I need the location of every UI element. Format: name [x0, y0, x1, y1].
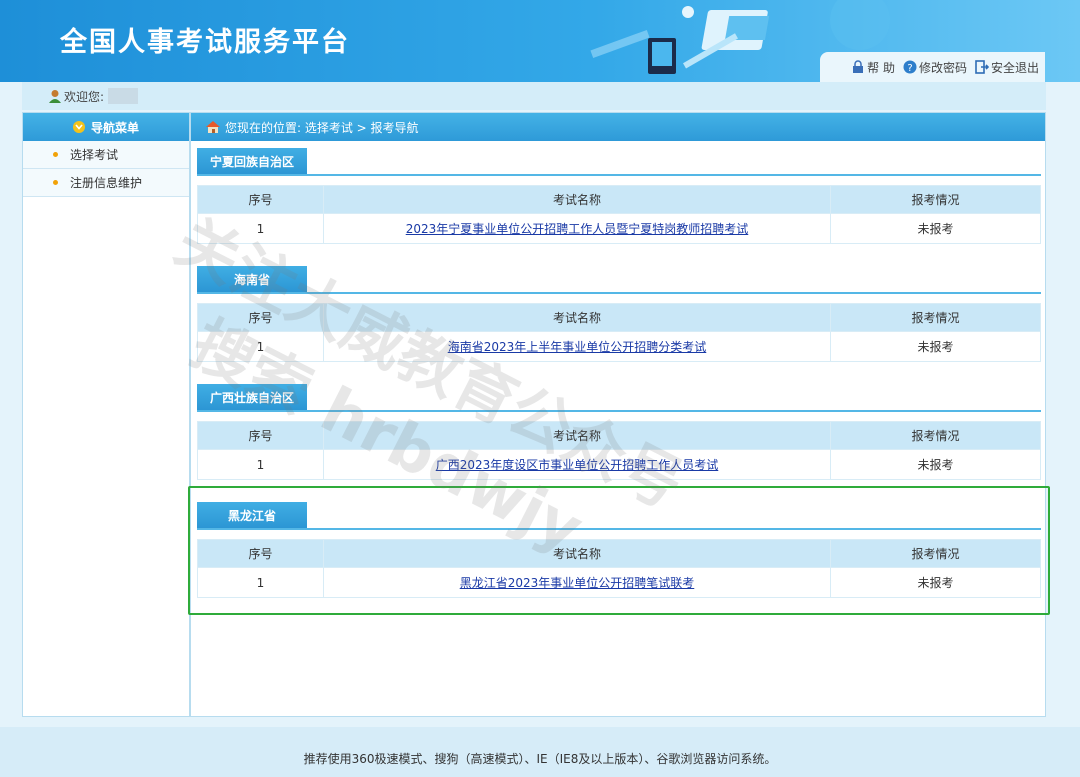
exam-link[interactable]: 2023年宁夏事业单位公开招聘工作人员暨宁夏特岗教师招聘考试 [406, 222, 749, 236]
col-status: 报考情况 [830, 303, 1041, 332]
svg-text:?: ? [907, 63, 912, 74]
col-index: 序号 [197, 303, 324, 332]
region-title: 宁夏回族自治区 [197, 148, 307, 174]
logout-label: 安全退出 [990, 60, 1039, 75]
username-redacted [108, 88, 139, 104]
row-status: 未报考 [830, 331, 1041, 362]
divider [197, 292, 1041, 294]
col-index: 序号 [197, 539, 324, 568]
region-title: 海南省 [197, 266, 307, 292]
exam-table: 序号 考试名称 报考情况 1 黑龙江省2023年事业单位公开招聘笔试联考 未报考 [197, 539, 1041, 598]
row-index: 1 [197, 567, 324, 598]
footer: 推荐使用360极速模式、搜狗（高速模式）、IE（IE8及以上版本）、谷歌浏览器访… [0, 727, 1080, 777]
chevron-down-icon [72, 121, 85, 133]
col-status: 报考情况 [830, 421, 1041, 450]
change-password-label: 修改密码 [918, 60, 967, 75]
breadcrumb: 您现在的位置: 选择考试 > 报考导航 [191, 113, 1045, 141]
region-section: 宁夏回族自治区 序号 考试名称 报考情况 1 2023年宁夏事业单位公开招聘工作人员暨… [197, 148, 1041, 244]
row-index: 1 [197, 213, 324, 244]
col-name: 考试名称 [323, 303, 831, 332]
table-row: 1 黑龙江省2023年事业单位公开招聘笔试联考 未报考 [197, 567, 1041, 598]
main-content: 您现在的位置: 选择考试 > 报考导航 宁夏回族自治区 序号 考试名称 报考情况 1… [190, 112, 1046, 717]
divider [197, 410, 1041, 412]
exit-icon [975, 60, 989, 74]
sidebar-item-select-exam[interactable]: 选择考试 [23, 141, 189, 169]
sidebar: 导航菜单 选择考试 注册信息维护 [22, 112, 190, 717]
site-title: 全国人事考试服务平台 [60, 27, 350, 58]
col-name: 考试名称 [323, 185, 831, 214]
divider [197, 174, 1041, 176]
welcome-label: 欢迎您: [64, 89, 105, 104]
breadcrumb-text: 您现在的位置: 选择考试 > 报考导航 [225, 120, 419, 135]
help-link[interactable]: 帮 助 [851, 59, 895, 76]
row-status: 未报考 [830, 567, 1041, 598]
exam-link[interactable]: 黑龙江省2023年事业单位公开招聘笔试联考 [460, 576, 695, 590]
col-status: 报考情况 [830, 539, 1041, 568]
footer-text: 推荐使用360极速模式、搜狗（高速模式）、IE（IE8及以上版本）、谷歌浏览器访… [303, 751, 777, 766]
divider [197, 528, 1041, 530]
table-row: 1 海南省2023年上半年事业单位公开招聘分类考试 未报考 [197, 331, 1041, 362]
top-links-bar: 帮 助 ? 修改密码 安全退出 [820, 52, 1045, 82]
welcome-bar: 欢迎您: [22, 82, 1046, 110]
row-index: 1 [197, 331, 324, 362]
region-section: 海南省 序号 考试名称 报考情况 1 海南省2023年上半年事业单位公开招聘分类考试 未… [197, 266, 1041, 362]
header-banner: 全国人事考试服务平台 帮 助 ? 修改密码 安全退出 [0, 0, 1080, 82]
region-title: 黑龙江省 [197, 502, 307, 528]
sidebar-item-label: 选择考试 [70, 148, 119, 162]
user-icon [49, 90, 61, 103]
sidebar-item-registration-info[interactable]: 注册信息维护 [23, 169, 189, 197]
col-status: 报考情况 [830, 185, 1041, 214]
exam-table: 序号 考试名称 报考情况 1 海南省2023年上半年事业单位公开招聘分类考试 未报考 [197, 303, 1041, 362]
col-index: 序号 [197, 185, 324, 214]
col-name: 考试名称 [323, 539, 831, 568]
region-title: 广西壮族自治区 [197, 384, 307, 410]
logout-link[interactable]: 安全退出 [975, 59, 1039, 76]
table-row: 1 2023年宁夏事业单位公开招聘工作人员暨宁夏特岗教师招聘考试 未报考 [197, 213, 1041, 244]
lock-icon [853, 60, 864, 73]
exam-table: 序号 考试名称 报考情况 1 广西2023年度设区市事业单位公开招聘工作人员考试 未报考 [197, 421, 1041, 480]
region-section: 广西壮族自治区 序号 考试名称 报考情况 1 广西2023年度设区市事业单位公开招聘工… [197, 384, 1041, 480]
row-index: 1 [197, 449, 324, 480]
help-label: 帮 助 [867, 60, 895, 75]
col-index: 序号 [197, 421, 324, 450]
sidebar-item-label: 注册信息维护 [70, 176, 143, 190]
home-icon [206, 121, 220, 133]
change-password-link[interactable]: ? 修改密码 [903, 59, 967, 76]
nav-menu-title: 导航菜单 [90, 120, 139, 135]
table-row: 1 广西2023年度设区市事业单位公开招聘工作人员考试 未报考 [197, 449, 1041, 480]
row-status: 未报考 [830, 449, 1041, 480]
exam-link[interactable]: 广西2023年度设区市事业单位公开招聘工作人员考试 [436, 458, 719, 472]
exam-link[interactable]: 海南省2023年上半年事业单位公开招聘分类考试 [448, 340, 707, 354]
question-icon: ? [903, 60, 917, 74]
exam-table: 序号 考试名称 报考情况 1 2023年宁夏事业单位公开招聘工作人员暨宁夏特岗教师招聘… [197, 185, 1041, 244]
region-section: 黑龙江省 序号 考试名称 报考情况 1 黑龙江省2023年事业单位公开招聘笔试联考 未报… [197, 502, 1041, 598]
nav-menu-header: 导航菜单 [23, 113, 189, 141]
row-status: 未报考 [830, 213, 1041, 244]
col-name: 考试名称 [323, 421, 831, 450]
